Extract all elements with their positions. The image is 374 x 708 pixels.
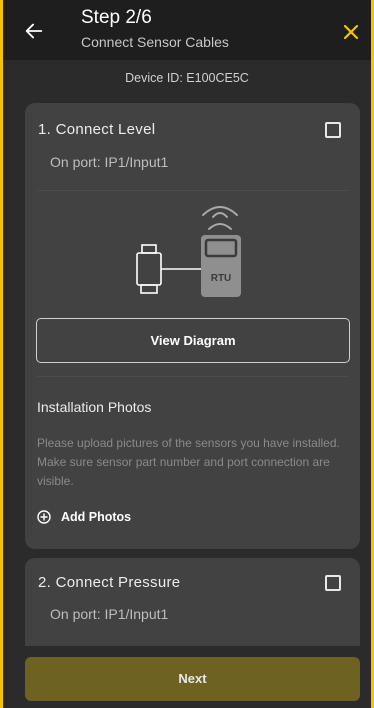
connection-diagram: RTU bbox=[136, 206, 241, 297]
card-checkbox[interactable] bbox=[325, 575, 341, 591]
card-title: 1. Connect Level bbox=[38, 121, 156, 138]
close-icon[interactable] bbox=[341, 22, 361, 42]
add-circle-icon bbox=[37, 510, 51, 524]
add-photos-button[interactable]: Add Photos bbox=[37, 507, 131, 527]
view-diagram-button[interactable]: View Diagram bbox=[36, 318, 350, 363]
sensor-icon bbox=[136, 244, 162, 294]
divider bbox=[37, 190, 348, 191]
installation-photos-title: Installation Photos bbox=[37, 399, 152, 415]
header-bar: Step 2/6 Connect Sensor Cables bbox=[3, 0, 371, 60]
add-photos-label: Add Photos bbox=[61, 510, 132, 524]
page-subtitle: Connect Sensor Cables bbox=[81, 34, 229, 50]
card-port: On port: IP1/Input1 bbox=[50, 606, 169, 622]
wizard-screen: Step 2/6 Connect Sensor Cables Device ID… bbox=[3, 0, 371, 708]
next-button[interactable]: Next bbox=[25, 657, 360, 701]
card-checkbox[interactable] bbox=[325, 122, 341, 138]
sensor-card-level: 1. Connect Level On port: IP1/Input1 RTU… bbox=[25, 103, 360, 549]
rtu-label: RTU bbox=[211, 273, 232, 284]
device-id-label: Device ID: E100CE5C bbox=[3, 60, 371, 96]
title-block: Step 2/6 Connect Sensor Cables bbox=[81, 6, 229, 52]
rtu-device-icon bbox=[201, 235, 241, 297]
wifi-icon bbox=[202, 206, 238, 230]
card-port: On port: IP1/Input1 bbox=[50, 154, 169, 170]
arrow-left-icon[interactable] bbox=[23, 20, 45, 42]
page-title: Step 2/6 bbox=[81, 7, 152, 28]
installation-photos-help: Please upload pictures of the sensors yo… bbox=[37, 436, 340, 488]
card-title: 2. Connect Pressure bbox=[38, 574, 181, 591]
divider bbox=[37, 376, 348, 377]
